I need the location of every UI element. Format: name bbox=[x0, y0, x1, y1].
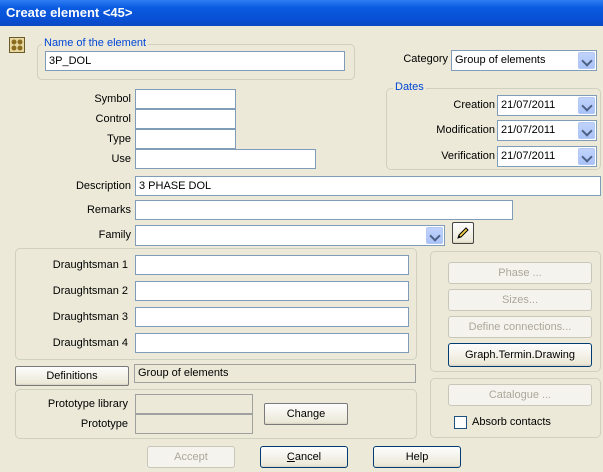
chevron-down-icon[interactable] bbox=[578, 97, 595, 114]
control-field[interactable] bbox=[135, 109, 236, 129]
remarks-field[interactable] bbox=[135, 200, 513, 220]
type-field[interactable] bbox=[135, 129, 236, 149]
category-label: Category bbox=[403, 53, 448, 65]
type-label: Type bbox=[107, 133, 131, 145]
draughtsman-3-field[interactable] bbox=[135, 307, 409, 327]
chevron-down-icon[interactable] bbox=[578, 122, 595, 139]
creation-label: Creation bbox=[453, 99, 495, 111]
phase-button[interactable]: Phase ... bbox=[448, 262, 592, 284]
creation-date-value: 21/07/2011 bbox=[501, 99, 556, 111]
prototype-library-field bbox=[135, 394, 253, 414]
draughtsman-4-label: Draughtsman 4 bbox=[52, 337, 128, 349]
modification-date-select[interactable]: 21/07/2011 bbox=[497, 120, 597, 141]
control-label: Control bbox=[95, 113, 131, 125]
catalogue-button[interactable]: Catalogue ... bbox=[448, 384, 592, 406]
verification-date-select[interactable]: 21/07/2011 bbox=[497, 146, 597, 167]
chevron-down-icon[interactable] bbox=[578, 148, 595, 165]
absorb-contacts-checkbox[interactable] bbox=[454, 416, 467, 429]
draughtsman-2-label: Draughtsman 2 bbox=[52, 285, 128, 297]
modification-date-value: 21/07/2011 bbox=[501, 124, 556, 136]
symbol-label: Symbol bbox=[94, 93, 131, 105]
window-title: Create element <45> bbox=[6, 5, 133, 20]
verification-date-value: 21/07/2011 bbox=[501, 150, 556, 162]
family-select[interactable] bbox=[135, 225, 445, 246]
family-label: Family bbox=[98, 229, 131, 241]
draughtsman-3-label: Draughtsman 3 bbox=[52, 311, 128, 323]
use-field[interactable] bbox=[135, 149, 316, 169]
absorb-contacts-label: Absorb contacts bbox=[472, 416, 551, 428]
element-app-icon bbox=[9, 37, 25, 53]
creation-date-select[interactable]: 21/07/2011 bbox=[497, 95, 597, 116]
define-connections-button[interactable]: Define connections... bbox=[448, 316, 592, 338]
draughtsman-1-label: Draughtsman 1 bbox=[52, 259, 128, 271]
create-element-window: Create element <45> Name of the element … bbox=[0, 0, 603, 472]
cancel-button[interactable]: Cancel bbox=[260, 446, 348, 468]
pencil-icon bbox=[457, 227, 469, 239]
category-value: Group of elements bbox=[455, 54, 546, 66]
cancel-label-rest: ancel bbox=[294, 451, 322, 463]
chevron-down-icon[interactable] bbox=[578, 52, 595, 69]
graph-termin-drawing-button[interactable]: Graph.Termin.Drawing bbox=[448, 343, 592, 367]
prototype-label: Prototype bbox=[80, 418, 128, 430]
pencil-edit-button[interactable] bbox=[452, 222, 474, 244]
change-button[interactable]: Change bbox=[264, 403, 348, 425]
help-button[interactable]: Help bbox=[373, 446, 461, 468]
use-label: Use bbox=[111, 153, 131, 165]
remarks-label: Remarks bbox=[86, 204, 131, 216]
definitions-button[interactable]: Definitions bbox=[15, 366, 129, 386]
category-select[interactable]: Group of elements bbox=[451, 50, 597, 71]
name-group-legend: Name of the element bbox=[42, 37, 149, 49]
cancel-mnemonic: C bbox=[286, 451, 295, 463]
modification-label: Modification bbox=[436, 124, 495, 136]
draughtsman-4-field[interactable] bbox=[135, 333, 409, 353]
name-field[interactable]: 3P_DOL bbox=[45, 51, 345, 71]
chevron-down-icon[interactable] bbox=[426, 227, 443, 244]
prototype-library-label: Prototype library bbox=[47, 398, 128, 410]
description-field[interactable]: 3 PHASE DOL bbox=[135, 176, 601, 196]
prototype-field bbox=[135, 414, 253, 434]
sizes-button[interactable]: Sizes... bbox=[448, 289, 592, 311]
draughtsman-2-field[interactable] bbox=[135, 281, 409, 301]
symbol-field[interactable] bbox=[135, 89, 236, 109]
accept-button[interactable]: Accept bbox=[147, 446, 235, 468]
draughtsman-1-field[interactable] bbox=[135, 255, 409, 275]
verification-label: Verification bbox=[441, 150, 495, 162]
definitions-value: Group of elements bbox=[134, 364, 416, 383]
dates-legend: Dates bbox=[393, 81, 426, 93]
description-label: Description bbox=[75, 180, 131, 192]
title-bar: Create element <45> bbox=[0, 0, 603, 26]
